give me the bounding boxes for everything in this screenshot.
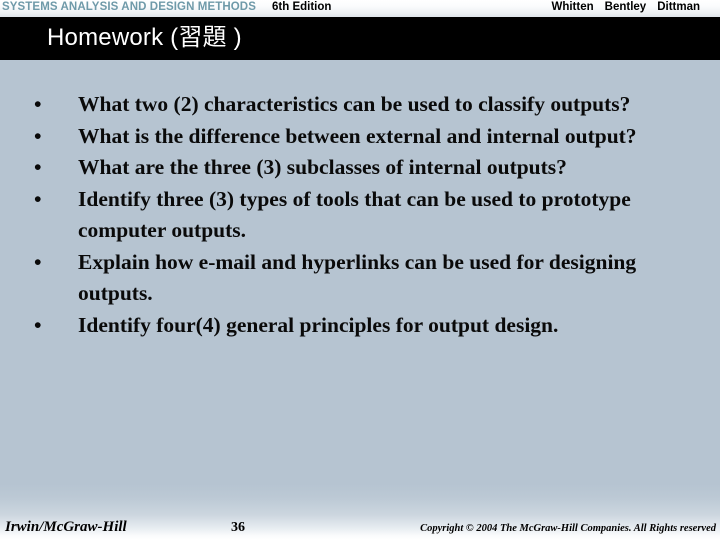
footer-page-number: 36 bbox=[231, 520, 245, 535]
bullet-item: • What is the difference between externa… bbox=[0, 121, 720, 153]
book-title: SYSTEMS ANALYSIS AND DESIGN METHODS bbox=[2, 1, 256, 13]
bullet-marker-icon: • bbox=[34, 155, 42, 179]
bullet-marker-icon: • bbox=[34, 249, 42, 274]
slide-content: • What two (2) characteristics can be us… bbox=[0, 60, 720, 485]
bullet-text: Identify four(4) general principles for … bbox=[78, 312, 559, 337]
edition-label: 6th Edition bbox=[272, 1, 332, 13]
bullet-text: Identify three (3) types of tools that c… bbox=[78, 186, 631, 243]
bullet-item: • What two (2) characteristics can be us… bbox=[0, 89, 720, 121]
bullet-text: Explain how e-mail and hyperlinks can be… bbox=[78, 249, 637, 306]
footer-copyright: Copyright © 2004 The McGraw-Hill Compani… bbox=[420, 523, 716, 534]
slide-title: Homework (習題 ) bbox=[47, 24, 242, 51]
author-name-3: Dittman bbox=[657, 1, 700, 13]
bullet-marker-icon: • bbox=[34, 186, 42, 211]
bullet-text: What are the three (3) subclasses of int… bbox=[78, 155, 567, 179]
bullet-item: • What are the three (3) subclasses of i… bbox=[0, 152, 720, 184]
bullet-item: • Identify four(4) general principles fo… bbox=[0, 310, 720, 342]
bullet-item: • Identify three (3) types of tools that… bbox=[0, 184, 720, 247]
footer-publisher: Irwin/McGraw-Hill bbox=[5, 519, 127, 535]
author-name-1: Whitten bbox=[551, 1, 594, 13]
bullet-item: • Explain how e-mail and hyperlinks can … bbox=[0, 247, 720, 310]
bullet-marker-icon: • bbox=[34, 123, 42, 148]
header-strip: SYSTEMS ANALYSIS AND DESIGN METHODS 6th … bbox=[0, 0, 720, 17]
bullet-marker-icon: • bbox=[34, 92, 42, 116]
author-list: Whitten Bentley Dittman bbox=[551, 0, 700, 15]
bullet-marker-icon: • bbox=[34, 312, 42, 337]
bullet-text: What is the difference between external … bbox=[78, 123, 637, 148]
author-name-2: Bentley bbox=[604, 1, 647, 13]
bullet-text: What two (2) characteristics can be used… bbox=[78, 92, 631, 116]
